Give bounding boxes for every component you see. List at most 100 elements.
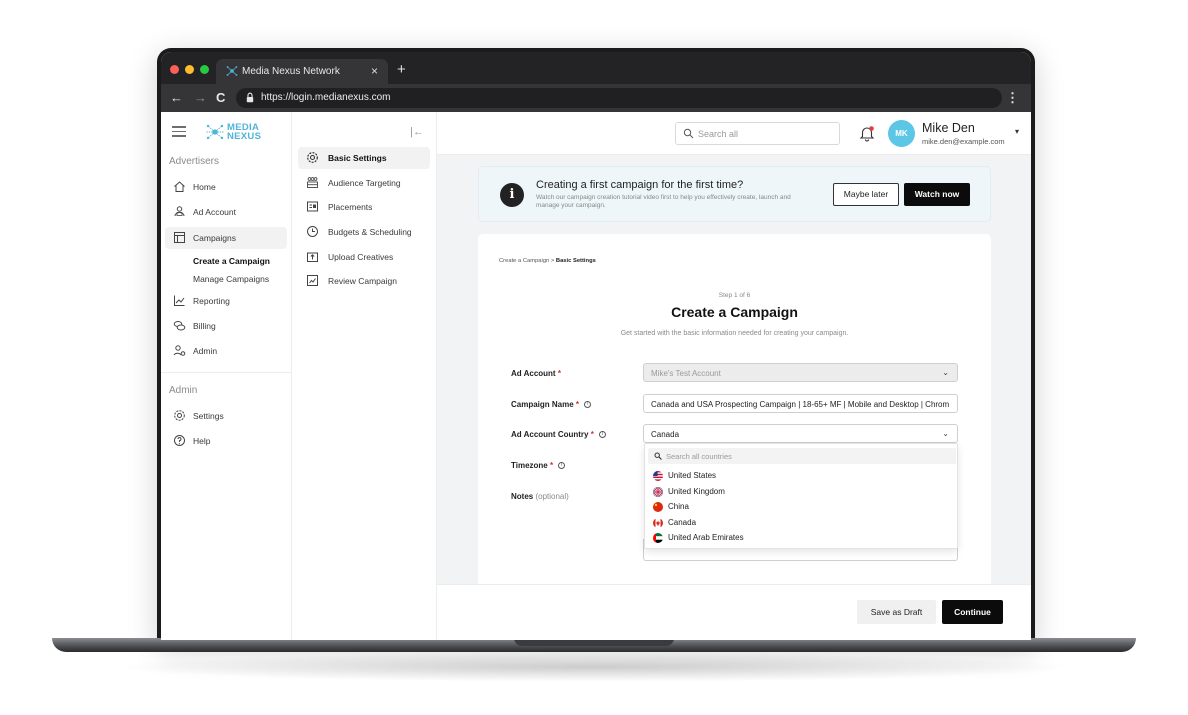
step-upload-creatives[interactable]: Upload Creatives: [298, 246, 430, 268]
campaign-name-input[interactable]: Canada and USA Prospecting Campaign | 18…: [643, 394, 958, 413]
tab-close-icon[interactable]: ×: [371, 64, 378, 78]
step-label: Review Campaign: [328, 276, 397, 286]
sidebar-item-help[interactable]: Help: [165, 430, 287, 452]
step-basic-settings[interactable]: Basic Settings: [298, 147, 430, 169]
country-option-uae[interactable]: United Arab Emirates: [645, 531, 957, 546]
search-input[interactable]: [698, 126, 833, 141]
sidebar-item-campaigns[interactable]: Campaigns: [165, 227, 287, 249]
settings-icon: [174, 410, 185, 421]
tutorial-banner: i Creating a first campaign for the firs…: [478, 166, 991, 222]
reporting-icon: [174, 295, 185, 306]
clock-icon: [307, 226, 318, 237]
continue-button[interactable]: Continue: [942, 600, 1003, 624]
breadcrumb-current: Basic Settings: [555, 258, 596, 264]
info-icon[interactable]: i: [558, 462, 566, 470]
notification-bell-icon[interactable]: [858, 124, 876, 142]
step-placements[interactable]: Placements: [298, 196, 430, 218]
us-flag-icon: [653, 471, 663, 481]
required-mark: *: [590, 430, 594, 439]
option-label: United States: [668, 471, 717, 480]
global-search[interactable]: [675, 122, 840, 145]
required-mark: *: [557, 369, 561, 378]
step-label: Upload Creatives: [328, 252, 394, 262]
required-mark: *: [575, 400, 580, 409]
reload-icon[interactable]: C: [216, 91, 225, 105]
china-flag-icon: [653, 502, 663, 512]
user-name[interactable]: Mike Den: [922, 121, 975, 135]
hamburger-menu-icon[interactable]: [172, 126, 186, 137]
logo: MEDIA NEXUS: [205, 121, 265, 143]
section-heading-advertisers: Advertisers: [169, 156, 220, 167]
breadcrumb-root[interactable]: Create a Campaign >: [499, 258, 554, 264]
audience-icon: [307, 177, 318, 188]
country-select[interactable]: Canada ⌄: [643, 424, 958, 443]
country-search-input[interactable]: [666, 450, 946, 462]
top-header: MK Mike Den mike.den@example.com ▾: [437, 112, 1031, 155]
step-review-campaign[interactable]: Review Campaign: [298, 270, 430, 292]
search-icon: [683, 128, 694, 139]
chevron-down-icon: ⌄: [942, 429, 949, 438]
screen: Media Nexus Network × + ← → C https://lo…: [161, 52, 1031, 640]
main-content: MK Mike Den mike.den@example.com ▾ i Cre…: [437, 112, 1031, 640]
minimize-window-button[interactable]: [185, 65, 194, 74]
ad-account-value: Mike's Test Account: [651, 369, 721, 378]
sidebar-item-billing[interactable]: Billing: [165, 315, 287, 337]
timezone-label: Timezone * i: [511, 461, 566, 470]
label-text: Notes: [511, 492, 534, 501]
upload-icon: [307, 252, 318, 262]
info-icon[interactable]: i: [584, 401, 592, 409]
close-window-button[interactable]: [170, 65, 179, 74]
avatar[interactable]: MK: [888, 120, 915, 147]
step-label: Basic Settings: [328, 153, 387, 163]
browser-tab-bar: Media Nexus Network × +: [161, 52, 1031, 84]
save-draft-button[interactable]: Save as Draft: [857, 600, 936, 624]
browser-tab[interactable]: Media Nexus Network ×: [216, 59, 388, 84]
user-menu-chevron-icon[interactable]: ▾: [1015, 127, 1019, 136]
collapse-panel-icon[interactable]: |←: [410, 126, 424, 138]
chevron-down-icon: ⌄: [942, 368, 949, 377]
sidebar-item-home[interactable]: Home: [165, 176, 287, 198]
url-field[interactable]: https://login.medianexus.com: [236, 88, 1002, 108]
label-text: Campaign Name: [511, 400, 574, 409]
back-arrow-icon[interactable]: ←: [170, 91, 183, 105]
watch-now-button[interactable]: Watch now: [904, 183, 970, 206]
country-search[interactable]: [648, 448, 956, 464]
sidebar-subitem-create-campaign[interactable]: Create a Campaign: [193, 256, 270, 266]
sidebar-item-settings[interactable]: Settings: [165, 405, 287, 427]
country-option-china[interactable]: China: [645, 500, 957, 515]
sidebar-item-reporting[interactable]: Reporting: [165, 290, 287, 312]
step-label: Budgets & Scheduling: [328, 227, 412, 237]
country-option-uk[interactable]: United Kingdom: [645, 485, 957, 500]
sidebar-item-label: Help: [193, 436, 211, 446]
maybe-later-button[interactable]: Maybe later: [833, 183, 899, 206]
logo-line-2: NEXUS: [227, 131, 262, 142]
sidebar-item-ad-account[interactable]: Ad Account: [165, 201, 287, 223]
country-label: Ad Account Country * i: [511, 430, 607, 439]
lock-icon: [246, 92, 254, 103]
campaign-name-value: Canada and USA Prospecting Campaign | 18…: [651, 400, 950, 409]
new-tab-icon[interactable]: +: [397, 61, 406, 78]
option-label: United Kingdom: [668, 487, 725, 496]
maximize-window-button[interactable]: [200, 65, 209, 74]
form-footer: Save as Draft Continue: [437, 584, 1031, 640]
country-option-canada[interactable]: Canada: [645, 516, 957, 531]
info-icon[interactable]: i: [599, 431, 607, 439]
sidebar-item-admin[interactable]: Admin: [165, 340, 287, 362]
country-value: Canada: [651, 430, 680, 439]
stage: Media Nexus Network × + ← → C https://lo…: [0, 0, 1188, 715]
label-text: Ad Account Country: [511, 430, 589, 439]
breadcrumb: Create a Campaign > Basic Settings: [499, 258, 596, 264]
media-nexus-favicon-icon: [226, 66, 238, 76]
country-option-us[interactable]: United States: [645, 469, 957, 484]
sidebar-subitem-manage-campaigns[interactable]: Manage Campaigns: [193, 274, 269, 284]
gear-icon: [307, 152, 318, 163]
campaign-name-label: Campaign Name * i: [511, 400, 592, 409]
sidebar-divider: [161, 372, 292, 373]
forward-arrow-icon[interactable]: →: [194, 91, 207, 105]
step-budgets-scheduling[interactable]: Budgets & Scheduling: [298, 221, 430, 243]
browser-menu-icon[interactable]: ⋮: [1006, 90, 1019, 106]
app: MEDIA NEXUS Advertisers Home Ad Account …: [161, 112, 1031, 640]
ad-account-select[interactable]: Mike's Test Account ⌄: [643, 363, 958, 382]
step-audience-targeting[interactable]: Audience Targeting: [298, 172, 430, 194]
info-icon: i: [500, 183, 524, 207]
